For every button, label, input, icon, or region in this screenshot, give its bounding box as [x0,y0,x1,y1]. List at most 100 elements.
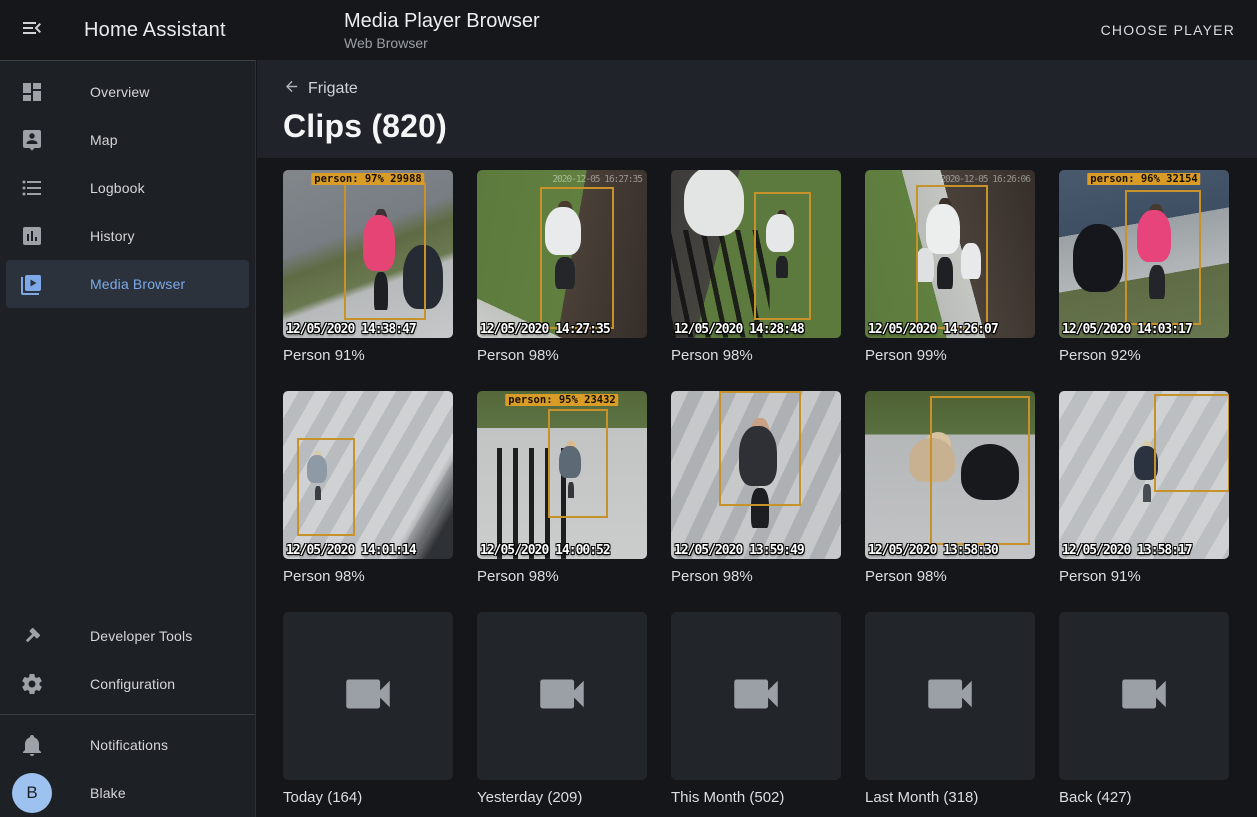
clip-card[interactable]: person: 95% 23432 12/05/2020 14:00:52 Pe… [477,391,647,586]
clip-card[interactable]: 2020-12-05 16:26:06 12/05/2020 14:26:07 … [865,170,1035,365]
folder-card-back[interactable]: Back (427) [1059,612,1229,807]
watermark-text: 2020-12-05 16:26:06 [940,174,1030,185]
watermark-text: 2020-12-05 16:27:35 [552,174,642,185]
folder-caption: Today (164) [283,789,453,807]
clip-card[interactable]: 12/05/2020 13:58:30 Person 98% [865,391,1035,586]
logbook-list-icon [20,176,44,200]
sidebar-item-label: Map [90,132,118,148]
clip-thumbnail: 12/05/2020 14:28:48 [671,170,841,338]
panel-header: Media Player Browser Web Browser [344,9,540,52]
clip-caption: Person 91% [1059,568,1229,586]
folder-card-today[interactable]: Today (164) [283,612,453,807]
sidebar-item-overview[interactable]: Overview [6,68,249,116]
gear-icon [20,672,44,696]
sidebar-item-label: Notifications [90,737,168,753]
clip-caption: Person 91% [283,347,453,365]
folder-caption: Yesterday (209) [477,789,647,807]
clip-card[interactable]: 12/05/2020 14:01:14 Person 98% [283,391,453,586]
sidebar-item-developer-tools[interactable]: Developer Tools [6,612,249,660]
video-icon [727,665,785,728]
menu-open-icon [20,16,44,45]
sidebar-item-configuration[interactable]: Configuration [6,660,249,708]
timestamp-overlay: 12/05/2020 14:27:35 [480,322,645,337]
sidebar-item-label: History [90,228,135,244]
timestamp-overlay: 12/05/2020 14:03:17 [1062,322,1227,337]
page-title: Clips (820) [283,108,1231,145]
folder-tile [477,612,647,780]
detection-label: person: 96% 32154 [1087,173,1200,185]
clip-card[interactable]: 12/05/2020 13:59:49 Person 98% [671,391,841,586]
media-grid: person: 97% 29988 12/05/2020 14:38:47 Pe… [283,170,1231,807]
timestamp-overlay: 12/05/2020 13:59:49 [674,543,839,558]
clip-card[interactable]: person: 96% 32154 12/05/2020 14:03:17 Pe… [1059,170,1229,365]
timestamp-overlay: 12/05/2020 14:38:47 [286,322,451,337]
sidebar-item-history[interactable]: History [6,212,249,260]
clip-caption: Person 98% [865,568,1035,586]
folder-tile [1059,612,1229,780]
media-browser-icon [20,272,44,296]
panel-title: Media Player Browser [344,9,540,33]
clip-thumbnail: person: 95% 23432 12/05/2020 14:00:52 [477,391,647,559]
user-name-label: Blake [90,785,126,801]
folder-caption: Back (427) [1059,789,1229,807]
arrow-left-icon [283,78,308,100]
sidebar-item-label: Overview [90,84,150,100]
clip-caption: Person 98% [283,568,453,586]
folder-card-this-month[interactable]: This Month (502) [671,612,841,807]
clip-caption: Person 98% [671,347,841,365]
dashboard-icon [20,80,44,104]
clip-card[interactable]: person: 97% 29988 12/05/2020 14:38:47 Pe… [283,170,453,365]
clip-thumbnail: 12/05/2020 14:01:14 [283,391,453,559]
bell-icon [20,733,44,757]
video-icon [533,665,591,728]
clip-card[interactable]: 12/05/2020 13:58:17 Person 91% [1059,391,1229,586]
video-icon [1115,665,1173,728]
detection-label: person: 95% 23432 [505,394,618,406]
timestamp-overlay: 12/05/2020 14:01:14 [286,543,451,558]
sidebar-divider [0,714,255,715]
sidebar: Overview Map Logbook History Media Brows… [0,60,256,817]
folder-card-last-month[interactable]: Last Month (318) [865,612,1035,807]
clip-caption: Person 98% [477,568,647,586]
app-title: Home Assistant [84,19,226,42]
sidebar-item-map[interactable]: Map [6,116,249,164]
clip-thumbnail: person: 96% 32154 12/05/2020 14:03:17 [1059,170,1229,338]
clip-thumbnail: person: 97% 29988 12/05/2020 14:38:47 [283,170,453,338]
sidebar-item-user[interactable]: B Blake [6,769,249,817]
detection-label: person: 97% 29988 [311,173,424,185]
sidebar-item-label: Configuration [90,676,175,692]
main-panel: Frigate Clips (820) person: 97% 29988 12… [257,60,1257,817]
sidebar-item-media-browser[interactable]: Media Browser [6,260,249,308]
timestamp-overlay: 12/05/2020 14:00:52 [480,543,645,558]
folder-tile [671,612,841,780]
clip-card[interactable]: 12/05/2020 14:28:48 Person 98% [671,170,841,365]
sidebar-item-label: Logbook [90,180,145,196]
choose-player-button[interactable]: CHOOSE PLAYER [1093,0,1243,60]
video-icon [921,665,979,728]
menu-toggle-button[interactable] [0,0,64,60]
timestamp-overlay: 12/05/2020 13:58:17 [1062,543,1227,558]
clip-card[interactable]: 2020-12-05 16:27:35 12/05/2020 14:27:35 … [477,170,647,365]
clip-thumbnail: 12/05/2020 13:59:49 [671,391,841,559]
clip-caption: Person 92% [1059,347,1229,365]
breadcrumb-back-button[interactable]: Frigate [283,78,358,100]
folder-card-yesterday[interactable]: Yesterday (209) [477,612,647,807]
content-header: Frigate Clips (820) [257,60,1257,158]
timestamp-overlay: 12/05/2020 14:28:48 [674,322,839,337]
timestamp-overlay: 12/05/2020 14:26:07 [868,322,1033,337]
folder-caption: This Month (502) [671,789,841,807]
media-grid-container: person: 97% 29988 12/05/2020 14:38:47 Pe… [257,158,1257,817]
hammer-icon [20,624,44,648]
clip-thumbnail: 12/05/2020 13:58:17 [1059,391,1229,559]
clip-thumbnail: 2020-12-05 16:26:06 12/05/2020 14:26:07 [865,170,1035,338]
history-chart-icon [20,224,44,248]
app-bar: Home Assistant Media Player Browser Web … [0,0,1257,60]
folder-caption: Last Month (318) [865,789,1035,807]
sidebar-item-logbook[interactable]: Logbook [6,164,249,212]
avatar: B [12,773,52,813]
clip-thumbnail: 12/05/2020 13:58:30 [865,391,1035,559]
sidebar-item-label: Developer Tools [90,628,192,644]
clip-thumbnail: 2020-12-05 16:27:35 12/05/2020 14:27:35 [477,170,647,338]
sidebar-item-notifications[interactable]: Notifications [6,721,249,769]
clip-caption: Person 98% [477,347,647,365]
